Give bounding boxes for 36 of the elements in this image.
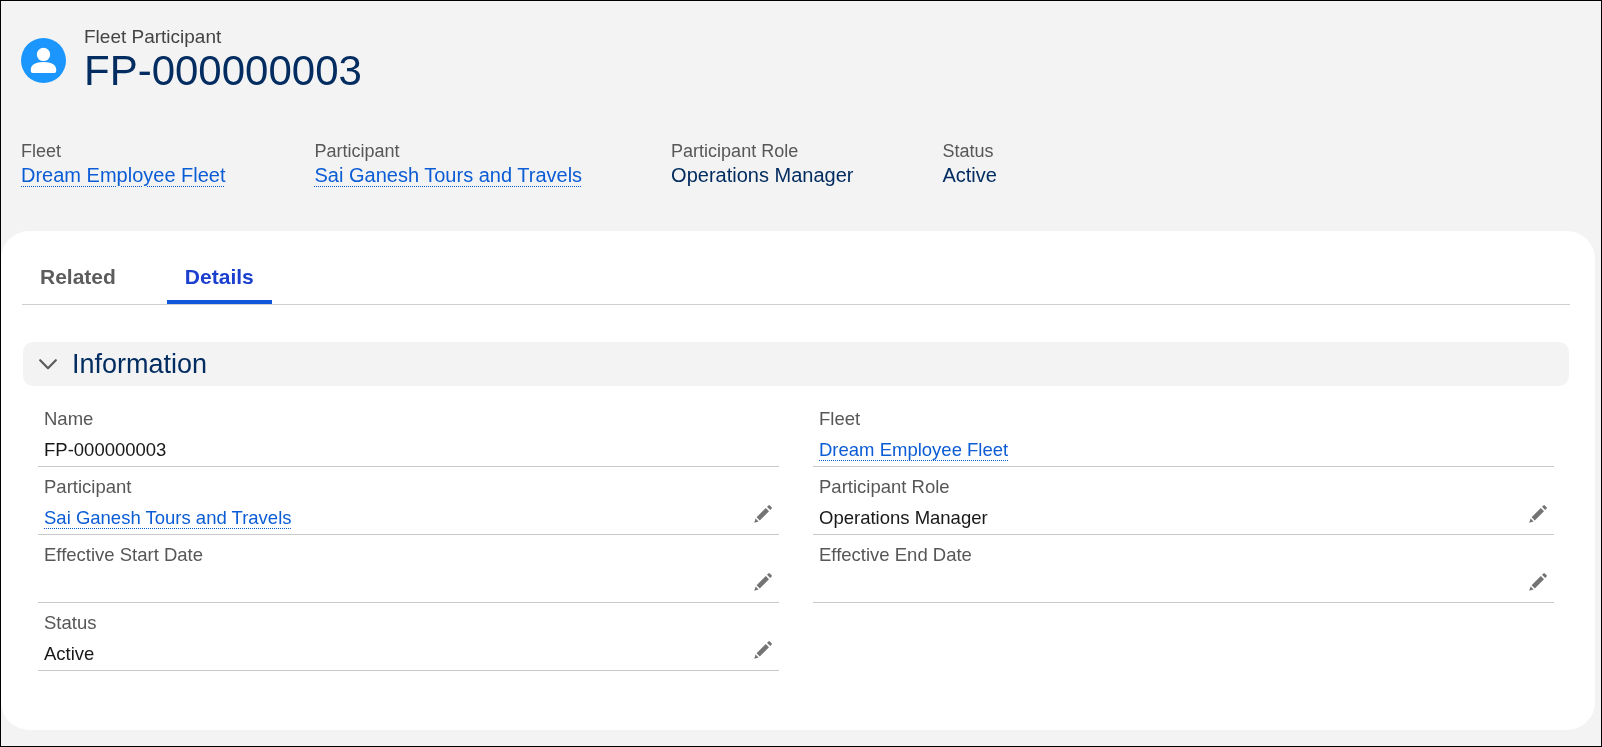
record-link[interactable]: Sai Ganesh Tours and Travels <box>44 506 292 530</box>
section-header[interactable]: Information <box>23 342 1569 386</box>
pencil-icon <box>1529 505 1547 523</box>
field-label: Fleet <box>21 140 62 162</box>
field-value: Active <box>942 163 997 188</box>
pencil-icon <box>754 505 772 523</box>
field-label: Status <box>942 140 994 162</box>
field-label: Participant Role <box>819 476 950 498</box>
field-label: Status <box>44 612 97 634</box>
field-value: FP-000000003 <box>44 438 167 462</box>
pencil-icon <box>754 573 772 591</box>
field-label: Effective Start Date <box>44 544 204 566</box>
edit-button[interactable] <box>754 573 772 591</box>
pencil-icon <box>754 641 772 659</box>
edit-button[interactable] <box>754 505 772 523</box>
field-label: Participant <box>44 476 132 498</box>
tab[interactable]: Details <box>166 253 272 304</box>
field-value: Operations Manager <box>819 506 988 530</box>
person-icon <box>21 37 66 83</box>
field-value: Active <box>44 642 95 666</box>
field-value: Operations Manager <box>671 163 854 188</box>
object-type-label: Fleet Participant <box>84 26 222 48</box>
field-label: Participant <box>314 140 400 162</box>
edit-button[interactable] <box>1529 505 1547 523</box>
record-link[interactable]: Dream Employee Fleet <box>21 162 226 188</box>
field-label: Name <box>44 408 94 430</box>
edit-button[interactable] <box>1529 573 1547 591</box>
record-link[interactable]: Sai Ganesh Tours and Travels <box>314 162 583 188</box>
edit-button[interactable] <box>754 641 772 659</box>
field-label: Effective End Date <box>819 544 972 566</box>
field-label: Participant Role <box>671 140 799 162</box>
record-title: FP-000000003 <box>84 48 362 94</box>
field-label: Fleet <box>819 408 861 430</box>
tab[interactable]: Related <box>22 253 134 304</box>
pencil-icon <box>1529 573 1547 591</box>
record-link[interactable]: Dream Employee Fleet <box>819 438 1009 462</box>
